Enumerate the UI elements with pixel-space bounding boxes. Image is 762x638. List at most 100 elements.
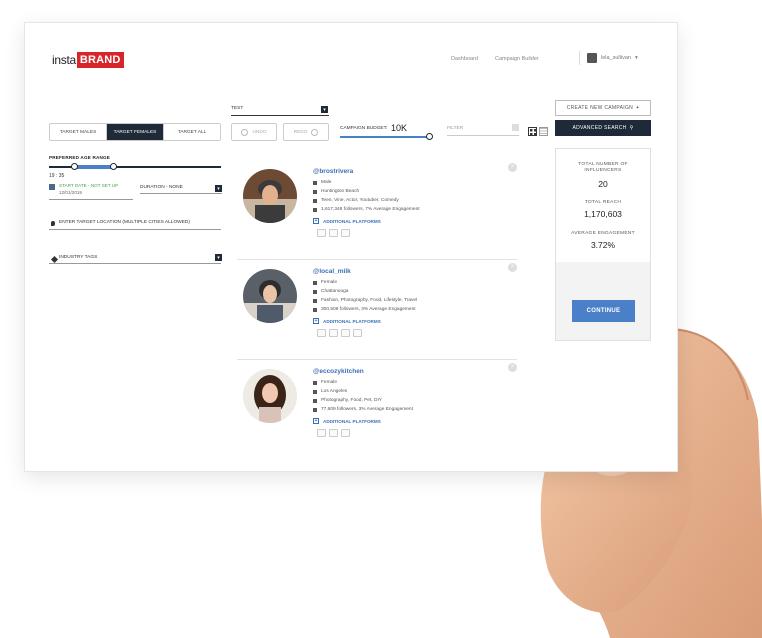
location-input[interactable]: ENTER TARGET LOCATION (MULTIPLE CITIES A… — [49, 216, 221, 230]
campaign-select-value: TEST — [231, 106, 244, 111]
gender-text: Male — [321, 180, 332, 185]
app-screen: insta BRAND Dashboard Campaign Builder l… — [24, 22, 678, 472]
tags-text: Teen, Vine, Actor, Youtuber, Comedy — [321, 198, 399, 203]
influencer-gender: Female — [313, 280, 337, 285]
total-reach-value: 1,170,603 — [584, 209, 622, 219]
age-min-handle[interactable] — [71, 163, 78, 170]
budget-handle[interactable] — [426, 133, 433, 140]
age-max-value: 35 — [58, 173, 65, 179]
campaign-select[interactable]: TEST — [231, 106, 329, 116]
create-label: CREATE NEW CAMPAIGN — [566, 105, 634, 111]
close-icon[interactable]: × — [508, 363, 517, 372]
advanced-search-button[interactable]: ADVANCED SEARCH ⚲ — [555, 120, 651, 136]
continue-button[interactable]: CONTINUE — [572, 300, 635, 322]
close-icon[interactable]: × — [508, 263, 517, 272]
undo-label: UNDO — [252, 129, 267, 135]
influencer-handle[interactable]: @local_milk — [313, 268, 351, 275]
additional-platforms-link[interactable]: + ADDITIONAL PLATFORMS — [313, 418, 381, 424]
followers-text: 300,508 followers, 3% Average Engagement — [321, 307, 416, 312]
avatar — [587, 53, 597, 63]
platform-icon[interactable] — [317, 429, 326, 437]
gender-text: Female — [321, 280, 337, 285]
campaign-summary-panel: TOTAL NUMBER OF INFLUENCERS 20 TOTAL REA… — [555, 148, 651, 341]
budget-slider[interactable] — [340, 136, 430, 138]
brand-logo[interactable]: insta BRAND — [52, 51, 124, 69]
influencer-card: @local_milk Female Chattanooga Fashion, … — [237, 263, 517, 360]
platform-icons — [317, 329, 362, 337]
target-females-button[interactable]: TARGET FEMALES — [107, 124, 164, 140]
influencer-handle[interactable]: @eccozykitchen — [313, 368, 364, 375]
platform-icon[interactable] — [353, 329, 362, 337]
age-separator: : — [55, 173, 58, 179]
start-date-field[interactable]: START DATE - NOT SET UP 12/01/2019 — [49, 182, 133, 200]
tags-text: Photography, Food, Pet, DIY — [321, 398, 382, 403]
influencer-followers: 1,617,348 followers, 7% Average Engageme… — [313, 207, 420, 212]
platform-icon[interactable] — [317, 229, 326, 237]
grid-view-icon[interactable] — [528, 127, 537, 136]
plus-icon: + — [313, 318, 319, 324]
influencer-photo[interactable] — [243, 269, 297, 323]
person-icon — [313, 380, 317, 385]
followers-icon — [313, 307, 317, 312]
budget-value: 10K — [391, 123, 408, 133]
chevron-down-icon[interactable]: ▾ — [215, 185, 222, 192]
duration-select[interactable]: DURATION - NONE — [140, 182, 222, 194]
platform-icon[interactable] — [329, 229, 338, 237]
avg-engagement-label: AVERAGE ENGAGEMENT — [571, 231, 635, 236]
person-icon — [313, 180, 317, 185]
close-icon[interactable]: × — [508, 163, 517, 172]
advanced-label: ADVANCED SEARCH — [572, 125, 627, 131]
platform-icon[interactable] — [329, 429, 338, 437]
gender-text: Female — [321, 380, 337, 385]
total-reach-label: TOTAL REACH — [584, 200, 622, 205]
target-all-button[interactable]: TARGET ALL — [164, 124, 220, 140]
platform-icon[interactable] — [341, 229, 350, 237]
user-menu[interactable]: lela_sullivan ▾ — [587, 53, 638, 63]
undo-button[interactable]: UNDO — [231, 123, 277, 141]
plus-icon: + — [313, 218, 319, 224]
person-icon — [313, 280, 317, 285]
tag-icon — [313, 198, 317, 203]
total-influencers-value: 20 — [598, 179, 608, 189]
influencer-photo[interactable] — [243, 169, 297, 223]
additional-label: ADDITIONAL PLATFORMS — [323, 218, 381, 224]
additional-label: ADDITIONAL PLATFORMS — [323, 418, 381, 424]
influencer-location: Los Angeles — [313, 389, 347, 394]
location-text: Los Angeles — [321, 389, 348, 394]
plus-icon: + — [313, 418, 319, 424]
tags-text: Fashion, Photography, Food, Lifestyle, T… — [321, 298, 418, 303]
influencer-photo[interactable] — [243, 369, 297, 423]
additional-platforms-link[interactable]: + ADDITIONAL PLATFORMS — [313, 318, 381, 324]
list-view-icon[interactable] — [539, 127, 548, 136]
budget-label: CAMPAIGN BUDGET: — [340, 126, 388, 131]
filter-label: FILTER — [447, 126, 464, 131]
platform-icon[interactable] — [341, 329, 350, 337]
industry-tags-select[interactable]: INDUSTRY TAGS — [49, 252, 221, 264]
influencer-tags: Teen, Vine, Actor, Youtuber, Comedy — [313, 198, 399, 203]
chevron-down-icon[interactable]: ▾ — [321, 106, 328, 113]
platform-icons — [317, 229, 350, 237]
user-name: lela_sullivan — [601, 55, 631, 61]
influencer-handle[interactable]: @brostrivera — [313, 168, 353, 175]
age-max-handle[interactable] — [110, 163, 117, 170]
age-range-values: 19 : 35 — [49, 173, 64, 179]
chevron-down-icon[interactable]: ▾ — [215, 254, 222, 261]
location-pin-icon — [313, 389, 317, 394]
redo-button[interactable]: REDO — [283, 123, 329, 141]
start-date-value: 12/01/2019 — [59, 190, 82, 195]
tag-icon — [313, 398, 317, 403]
chevron-down-icon: ▾ — [634, 55, 638, 61]
target-males-button[interactable]: TARGET MALES — [50, 124, 107, 140]
platform-icon[interactable] — [329, 329, 338, 337]
platform-icon[interactable] — [341, 429, 350, 437]
filter-select[interactable]: FILTER — [447, 124, 519, 136]
additional-platforms-link[interactable]: + ADDITIONAL PLATFORMS — [313, 218, 381, 224]
create-new-campaign-button[interactable]: CREATE NEW CAMPAIGN + — [555, 100, 651, 116]
platform-icons — [317, 429, 350, 437]
platform-icon[interactable] — [317, 329, 326, 337]
nav-dashboard[interactable]: Dashboard — [451, 56, 478, 62]
followers-icon — [313, 407, 317, 412]
tag-icon — [313, 298, 317, 303]
nav-campaign-builder[interactable]: Campaign Builder — [495, 56, 539, 62]
chevron-down-icon — [512, 124, 519, 131]
